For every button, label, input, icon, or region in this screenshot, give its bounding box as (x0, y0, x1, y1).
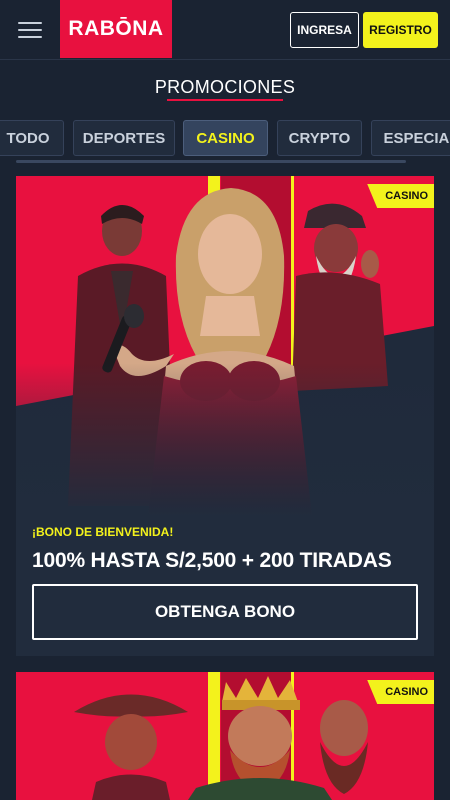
promo-category-tabs: TODO DEPORTES CASINO CRYPTO ESPECIAL (0, 120, 450, 156)
hamburger-menu-icon[interactable] (18, 20, 42, 40)
register-button[interactable]: REGISTRO (363, 12, 438, 48)
promo-card: CASINO (16, 672, 434, 800)
rabona-logo[interactable]: RABŌNA (60, 0, 172, 58)
tab-deportes[interactable]: DEPORTES (73, 120, 175, 156)
promo-title: 100% HASTA S/2,500 + 200 TIRADAS (32, 549, 392, 572)
tab-casino[interactable]: CASINO (183, 120, 268, 156)
promo-banner-image (16, 176, 434, 516)
login-button[interactable]: INGRESA (290, 12, 359, 48)
top-header: RABŌNA INGRESA REGISTRO (0, 0, 450, 60)
tab-todo[interactable]: TODO (0, 120, 64, 156)
category-badge: CASINO (367, 184, 434, 208)
tab-especial[interactable]: ESPECIAL (371, 120, 450, 156)
tab-crypto[interactable]: CRYPTO (277, 120, 362, 156)
promo-card: CASINO ¡BONO DE BIENVENIDA! 100% HASTA S… (16, 176, 434, 656)
title-underline (167, 99, 283, 101)
get-bonus-button[interactable]: OBTENGA BONO (32, 584, 418, 640)
promo-banner-image (16, 672, 434, 800)
promo-kicker: ¡BONO DE BIENVENIDA! (32, 525, 174, 539)
category-badge: CASINO (367, 680, 434, 704)
page-title: PROMOCIONES (154, 77, 296, 97)
tabs-scrollbar[interactable] (16, 160, 406, 163)
